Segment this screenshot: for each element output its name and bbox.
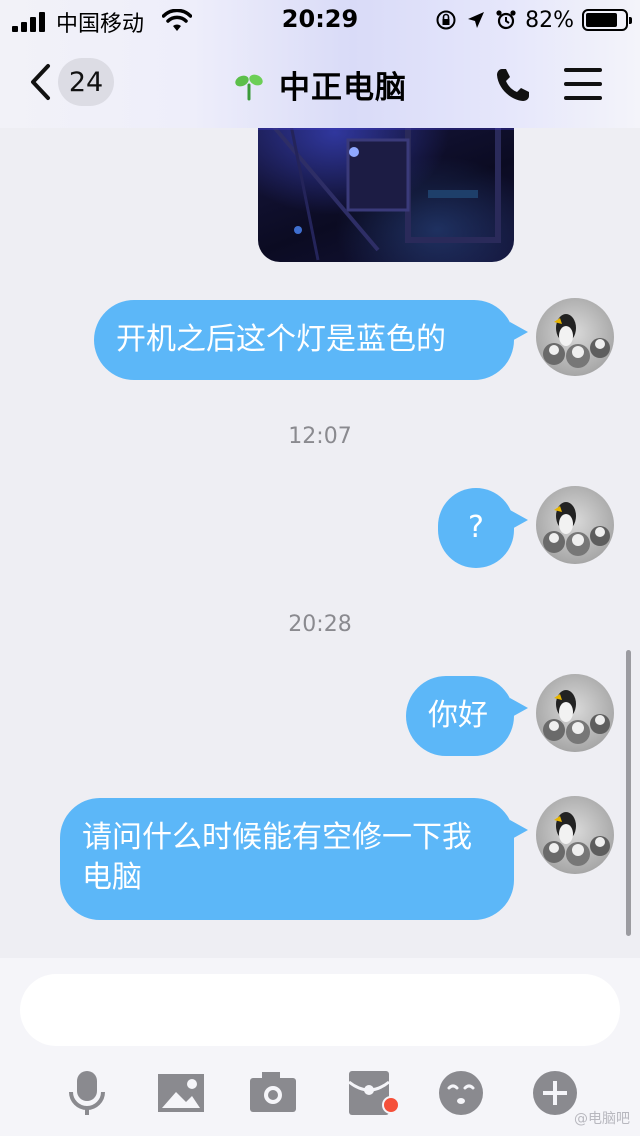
timestamp: 20:28 (288, 612, 352, 637)
battery-percent: 82% (525, 7, 574, 33)
notification-badge (382, 1096, 400, 1114)
avatar[interactable] (536, 298, 614, 376)
camera-icon[interactable] (248, 1068, 298, 1118)
penguin-avatar-icon (543, 502, 610, 556)
message-bubble[interactable]: 请问什么时候能有空修一下我电脑 (60, 798, 528, 920)
input-area (0, 958, 640, 1136)
menu-icon (564, 68, 602, 72)
message-list[interactable]: 开机之后这个灯是蓝色的 12:07 ? 20:28 你好 请问什么时候能有空修一… (0, 0, 640, 958)
alarm-icon (496, 10, 516, 30)
penguin-avatar-icon (543, 690, 610, 744)
penguin-avatar-icon (543, 314, 610, 368)
microphone-icon[interactable] (62, 1068, 112, 1118)
message-bubble[interactable]: ? (438, 488, 528, 568)
menu-button[interactable] (564, 68, 602, 102)
avatar[interactable] (536, 796, 614, 874)
message-bubble[interactable]: 你好 (406, 676, 528, 756)
message-bubble[interactable]: 开机之后这个灯是蓝色的 (94, 300, 528, 380)
message-text: 请问什么时候能有空修一下我电脑 (82, 820, 472, 895)
chat-title: 中正电脑 (279, 70, 407, 106)
penguin-avatar-icon (543, 812, 610, 866)
orientation-lock-icon (436, 10, 456, 30)
status-bar: 中国移动 20:29 82% (0, 0, 640, 42)
emoji-icon[interactable] (436, 1068, 486, 1118)
battery-icon (582, 9, 632, 31)
timestamp: 12:07 (288, 424, 352, 449)
nav-bar: 24 中正电脑 (0, 42, 640, 128)
status-indicators: 82% (435, 6, 632, 34)
watermark: @电脑吧 (574, 1111, 630, 1127)
chat-title-group[interactable]: 中正电脑 (0, 62, 640, 107)
phone-call-button[interactable] (494, 66, 532, 104)
plus-icon[interactable] (530, 1068, 580, 1118)
message-input[interactable] (20, 974, 620, 1046)
scrollbar[interactable] (626, 650, 631, 936)
message-text: ? (468, 510, 484, 545)
sprout-icon (235, 74, 263, 100)
message-text: 你好 (428, 698, 488, 733)
avatar[interactable] (536, 486, 614, 564)
location-arrow-icon (468, 12, 485, 28)
header: 中国移动 20:29 82% 24 中正电脑 (0, 0, 640, 128)
avatar[interactable] (536, 674, 614, 752)
message-text: 开机之后这个灯是蓝色的 (116, 322, 446, 357)
image-icon[interactable] (156, 1068, 206, 1118)
